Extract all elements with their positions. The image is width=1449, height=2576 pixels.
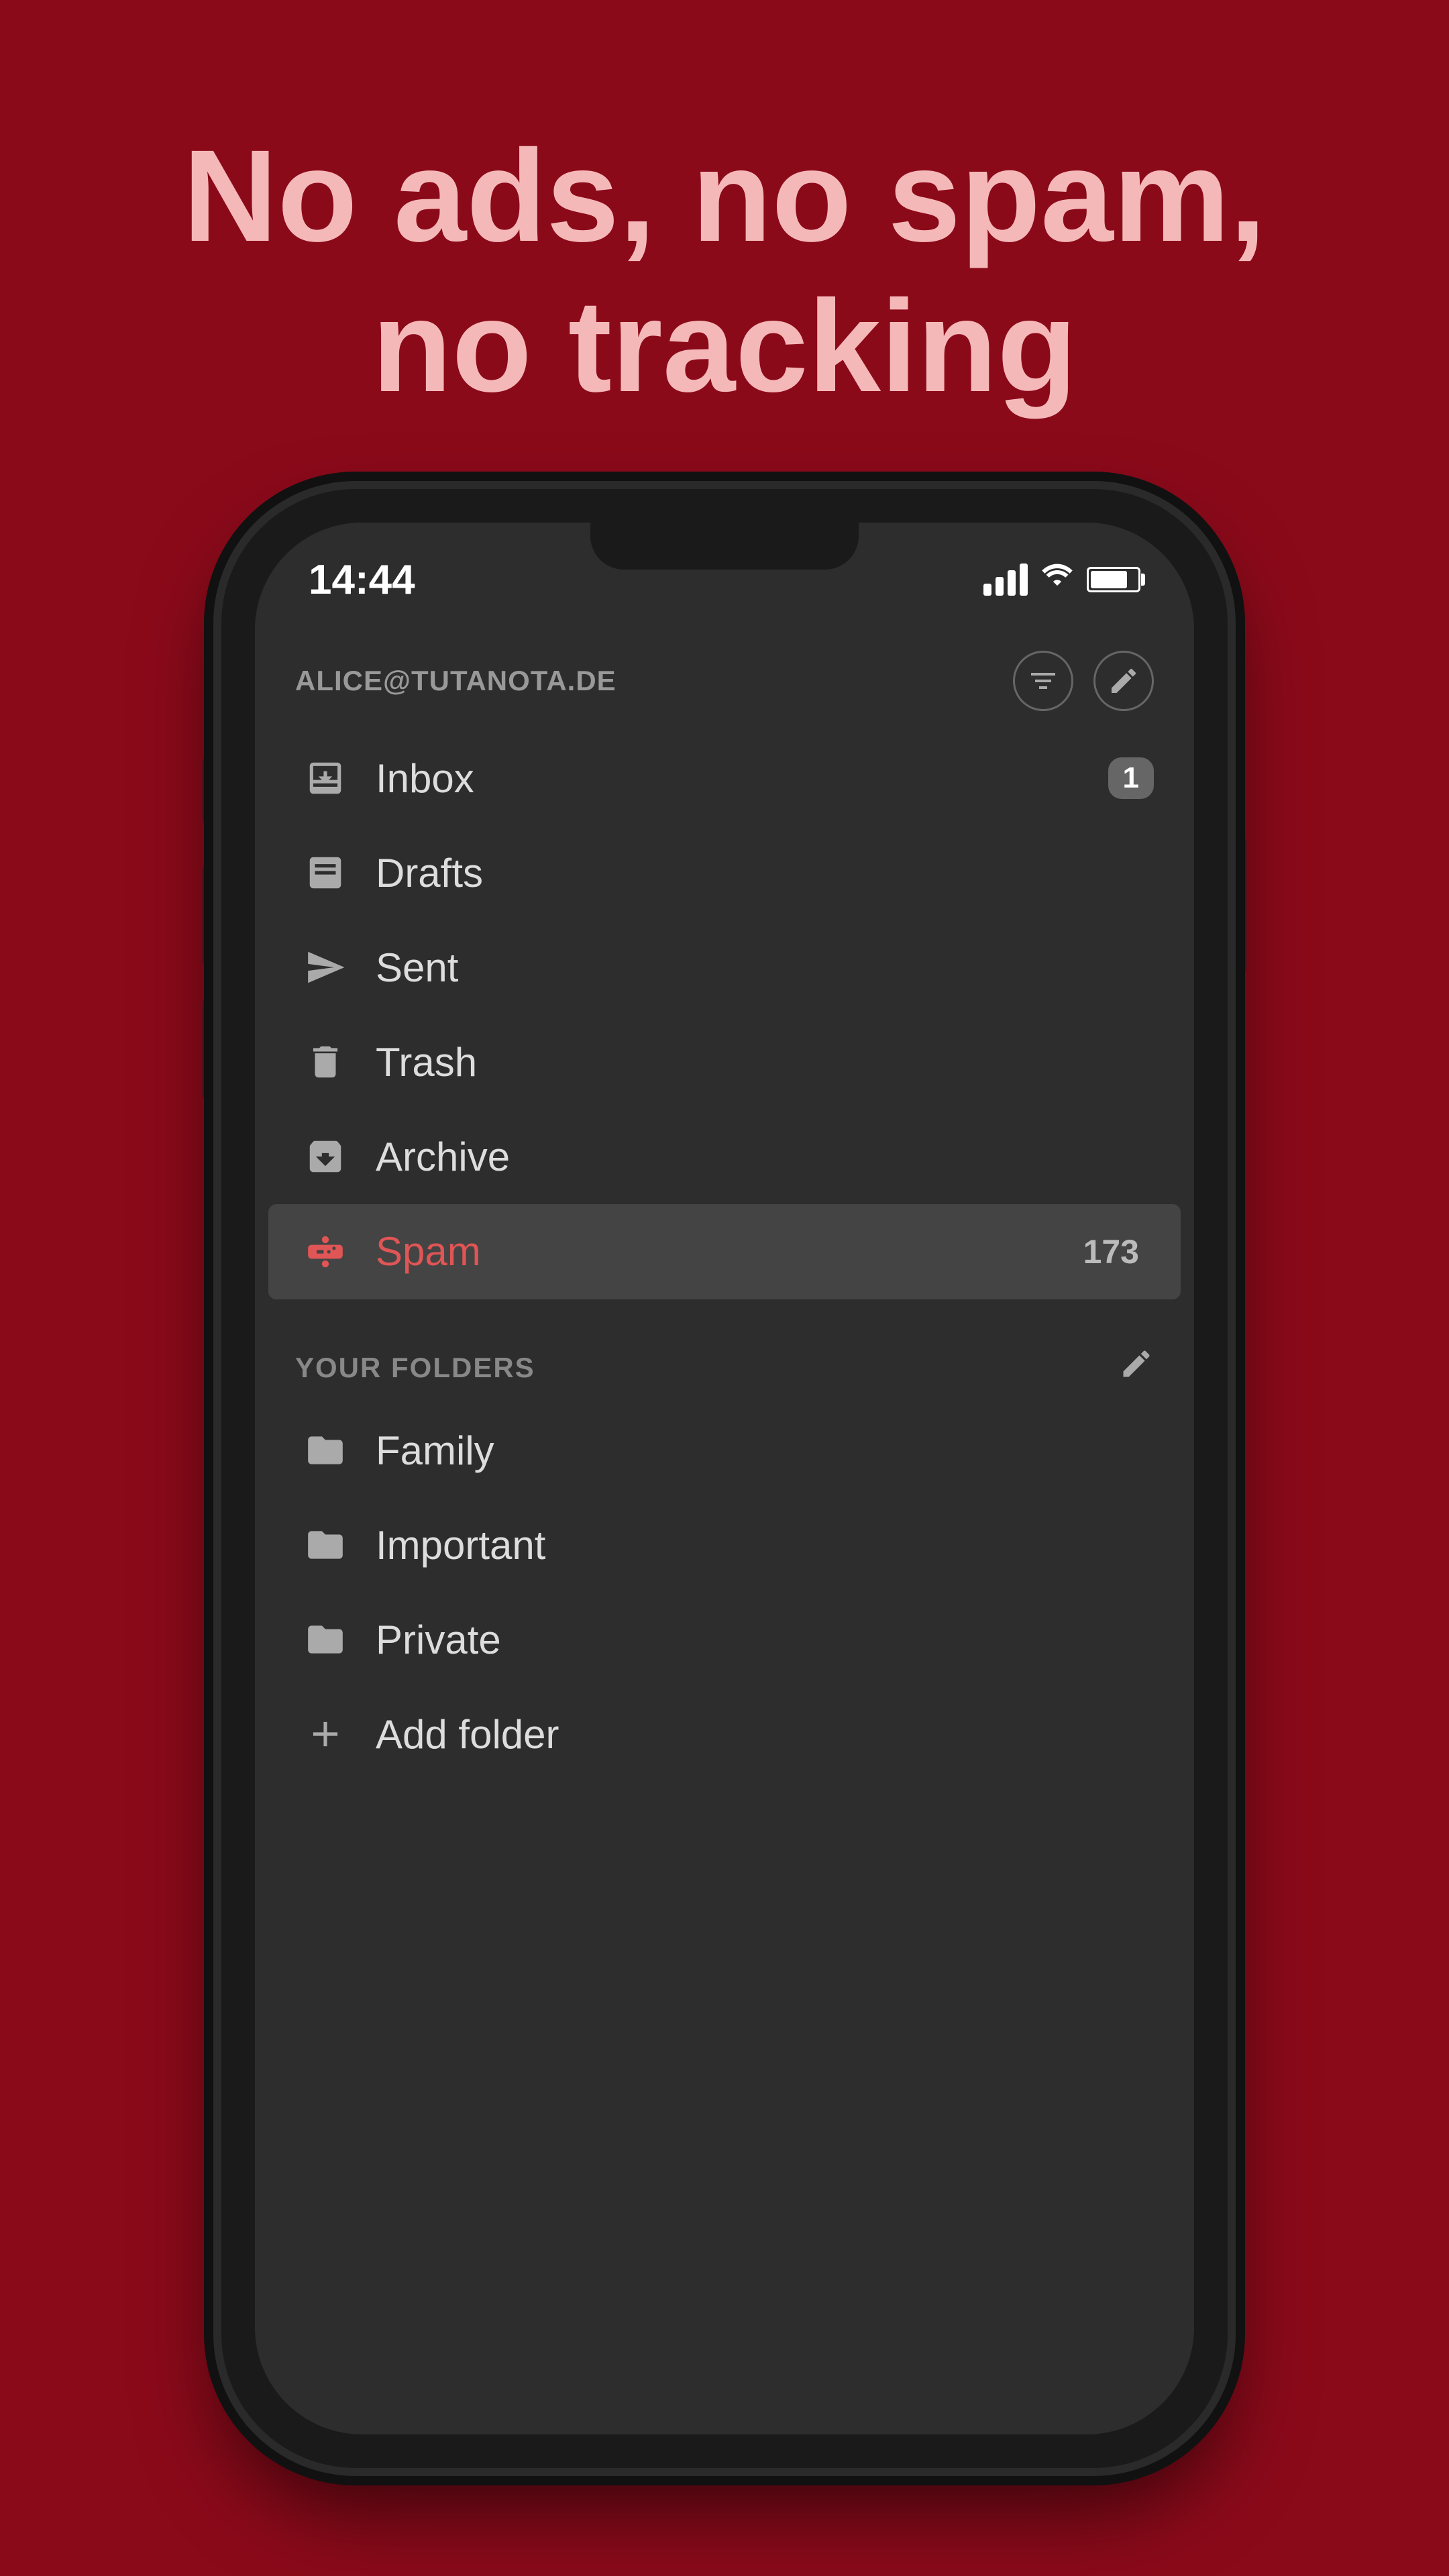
- phone-shell: 14:44: [221, 489, 1228, 2468]
- nav-item-archive[interactable]: Archive: [255, 1110, 1194, 1204]
- folder-private-label: Private: [376, 1617, 501, 1663]
- headline-line1: No ads, no spam,: [183, 123, 1266, 269]
- filter-button[interactable]: [1013, 651, 1073, 711]
- nav-item-spam[interactable]: Spam 173: [268, 1204, 1181, 1299]
- status-icons: [983, 559, 1140, 600]
- battery-icon: [1087, 567, 1140, 592]
- drawer-content: ALICE@TUTANOTA.DE: [255, 617, 1194, 2408]
- folder-item-private[interactable]: Private: [255, 1593, 1194, 1687]
- phone-button-vol-up: [203, 865, 217, 965]
- signal-bar-2: [996, 577, 1004, 596]
- folders-section-header: YOUR FOLDERS: [255, 1320, 1194, 1403]
- spam-label: Spam: [376, 1228, 1069, 1275]
- wifi-icon: [1040, 559, 1075, 600]
- headline-line2: no tracking: [372, 273, 1077, 419]
- headline-text: No ads, no spam, no tracking: [80, 121, 1368, 422]
- headline-area: No ads, no spam, no tracking: [0, 0, 1449, 476]
- inbox-label: Inbox: [376, 755, 1108, 802]
- signal-bars-icon: [983, 564, 1028, 596]
- nav-item-drafts[interactable]: Drafts: [255, 826, 1194, 920]
- nav-item-trash[interactable]: Trash: [255, 1015, 1194, 1110]
- account-email: ALICE@TUTANOTA.DE: [295, 665, 616, 697]
- phone-notch: [590, 523, 859, 570]
- battery-fill: [1091, 571, 1127, 588]
- inbox-badge: 1: [1108, 757, 1154, 799]
- folders-edit-icon[interactable]: [1119, 1346, 1154, 1390]
- account-header: ALICE@TUTANOTA.DE: [255, 617, 1194, 731]
- folder-item-family[interactable]: Family: [255, 1403, 1194, 1498]
- signal-bar-3: [1008, 570, 1016, 596]
- spam-icon: [295, 1231, 356, 1273]
- trash-icon: [295, 1041, 356, 1083]
- add-folder-item[interactable]: Add folder: [255, 1687, 1194, 1782]
- phone-button-mute: [203, 757, 217, 824]
- nav-list: Inbox 1 Drafts: [255, 731, 1194, 1313]
- folder-family-label: Family: [376, 1428, 494, 1474]
- status-time: 14:44: [309, 556, 415, 604]
- folder-item-important[interactable]: Important: [255, 1498, 1194, 1593]
- signal-bar-4: [1020, 564, 1028, 596]
- folder-important-label: Important: [376, 1522, 545, 1568]
- phone-button-vol-down: [203, 999, 217, 1099]
- sent-label: Sent: [376, 945, 1154, 991]
- drafts-icon: [295, 852, 356, 894]
- spam-badge: 173: [1069, 1228, 1154, 1275]
- phone-wrapper: 14:44: [221, 489, 1228, 2468]
- archive-icon: [295, 1136, 356, 1177]
- drafts-label: Drafts: [376, 850, 1154, 896]
- trash-label: Trash: [376, 1039, 1154, 1085]
- inbox-icon: [295, 757, 356, 799]
- archive-label: Archive: [376, 1134, 1154, 1180]
- phone-button-power: [1232, 838, 1246, 972]
- nav-item-inbox[interactable]: Inbox 1: [255, 731, 1194, 826]
- add-folder-label: Add folder: [376, 1711, 559, 1758]
- add-folder-icon: [295, 1713, 356, 1755]
- sent-icon: [295, 947, 356, 988]
- phone-screen: 14:44: [255, 523, 1194, 2434]
- folder-important-icon: [295, 1524, 356, 1566]
- folder-private-icon: [295, 1619, 356, 1660]
- compose-button[interactable]: [1093, 651, 1154, 711]
- folders-section-title: YOUR FOLDERS: [295, 1352, 535, 1384]
- signal-bar-1: [983, 584, 991, 596]
- folder-family-icon: [295, 1430, 356, 1471]
- nav-item-sent[interactable]: Sent: [255, 920, 1194, 1015]
- header-icons: [1013, 651, 1154, 711]
